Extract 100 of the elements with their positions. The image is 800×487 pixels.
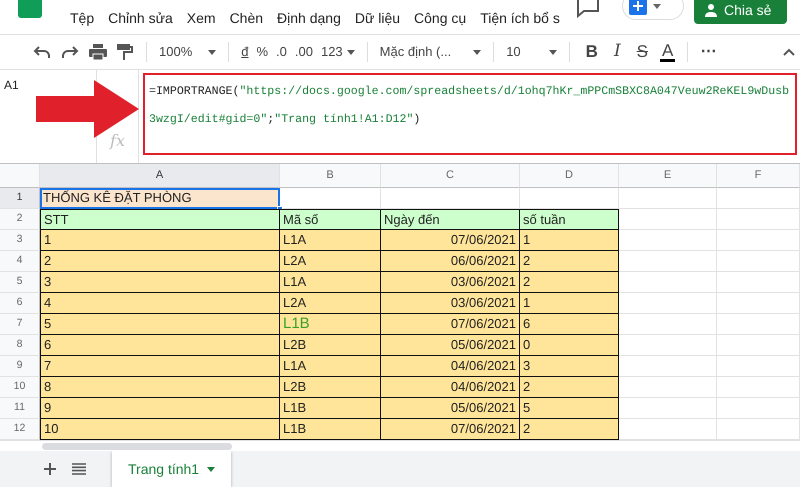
row-header[interactable]: 7 <box>0 314 40 335</box>
table-cell: 1 <box>520 293 619 314</box>
caret-icon <box>473 50 482 54</box>
row-header[interactable]: 12 <box>0 419 40 440</box>
row-header[interactable]: 11 <box>0 398 40 419</box>
caret-icon <box>653 4 661 8</box>
table-cell: 5 <box>520 398 619 419</box>
column-header[interactable]: E <box>619 164 717 188</box>
table-cell: 07/06/2021 <box>381 314 520 335</box>
table-cell: Mã số <box>280 209 381 230</box>
menu-item[interactable]: Định dạng <box>272 8 346 29</box>
number-format-dropdown[interactable]: 123 <box>316 42 359 62</box>
column-header[interactable]: D <box>520 164 619 188</box>
table-cell: L1A <box>280 272 381 293</box>
increase-decimal-button[interactable]: .00 <box>290 42 317 62</box>
column-header[interactable]: C <box>381 164 520 188</box>
column-header[interactable]: F <box>717 164 800 188</box>
print-icon[interactable] <box>89 44 107 60</box>
scrollbar-thumb[interactable] <box>42 443 232 450</box>
paint-format-icon[interactable] <box>117 44 133 60</box>
sheet-tab[interactable]: Trang tính1 <box>112 451 232 487</box>
undo-icon[interactable] <box>33 45 51 59</box>
table-cell[interactable]: THỐNG KÊ ĐẶT PHÒNG <box>40 188 280 209</box>
zoom-dropdown[interactable]: 100% <box>155 42 220 62</box>
table-cell: STT <box>40 209 280 230</box>
table-cell: 07/06/2021 <box>381 419 520 440</box>
add-sheet-icon[interactable] <box>44 463 56 475</box>
table-cell: 1 <box>520 230 619 251</box>
sheet-list-icon[interactable] <box>72 463 86 475</box>
table-cell: 6 <box>40 335 280 356</box>
table-cell: L1B <box>280 419 381 440</box>
table-cell: 2 <box>520 377 619 398</box>
table-cell: Ngày đến <box>381 209 520 230</box>
table-cell: 0 <box>520 335 619 356</box>
percent-button[interactable]: % <box>252 42 272 62</box>
table-cell: 2 <box>520 251 619 272</box>
menu-item[interactable]: Công cụ <box>409 8 472 29</box>
table-cell: 3 <box>520 356 619 377</box>
table-cell: 7 <box>40 356 280 377</box>
menu-item[interactable]: Chèn <box>224 8 268 29</box>
table-cell: 05/06/2021 <box>381 335 520 356</box>
column-header[interactable]: B <box>280 164 381 188</box>
menu-item[interactable]: Chỉnh sửa <box>103 8 178 29</box>
table-cell: 03/06/2021 <box>381 272 520 293</box>
font-size-dropdown[interactable]: 10 <box>502 42 561 62</box>
menu-item[interactable]: Dữ liệu <box>350 8 406 29</box>
table-cell: 07/06/2021 <box>381 230 520 251</box>
strikethrough-button[interactable]: S <box>628 39 656 65</box>
font-dropdown[interactable]: Mặc định (... <box>376 42 486 62</box>
caret-icon <box>346 50 355 54</box>
share-button[interactable]: Chia sẻ <box>694 0 788 24</box>
row-header[interactable]: 1 <box>0 188 40 209</box>
caret-icon <box>207 466 216 472</box>
menu-item[interactable]: Xem <box>182 8 221 29</box>
plus-icon <box>629 0 647 15</box>
fx-label: fx <box>110 130 125 152</box>
table-cell: L1A <box>280 230 381 251</box>
comment-icon[interactable] <box>576 0 600 18</box>
table-cell: 2 <box>520 272 619 293</box>
row-header[interactable]: 6 <box>0 293 40 314</box>
row-header[interactable]: 10 <box>0 377 40 398</box>
row-header[interactable]: 5 <box>0 272 40 293</box>
table-cell: 04/06/2021 <box>381 377 520 398</box>
table-cell: 8 <box>40 377 280 398</box>
column-header[interactable]: A <box>40 164 280 188</box>
currency-button[interactable]: đ <box>237 42 252 62</box>
decrease-decimal-button[interactable]: .0 <box>272 42 291 62</box>
table-cell: L2B <box>280 335 381 356</box>
row-header[interactable]: 4 <box>0 251 40 272</box>
table-cell: L2B <box>280 377 381 398</box>
collapse-icon[interactable] <box>783 48 795 56</box>
row-header[interactable]: 3 <box>0 230 40 251</box>
caret-icon <box>208 50 216 54</box>
table-cell: 05/06/2021 <box>381 398 520 419</box>
row-header[interactable]: 9 <box>0 356 40 377</box>
italic-button[interactable]: I <box>606 39 629 65</box>
table-cell: 2 <box>40 251 280 272</box>
more-button[interactable]: ⋯ <box>696 40 720 64</box>
corner-cell[interactable] <box>0 164 40 188</box>
formula-field[interactable]: =IMPORTRANGE("https://docs.google.com/spreadsheets/d/1ohq7hKr_mPPCmSBXC8A047Veuw2ReKEL9wDusb3wzgI/edit#gid=0";"Trang tính1!A1:D12") <box>143 73 797 155</box>
menu-item[interactable]: Tiện ích bổ s <box>475 8 565 29</box>
row-header[interactable]: 8 <box>0 335 40 356</box>
bold-button[interactable]: B <box>578 39 606 65</box>
table-cell: 3 <box>40 272 280 293</box>
row-header[interactable]: 2 <box>0 209 40 230</box>
cell-text: L1B <box>283 314 310 334</box>
redo-icon[interactable] <box>61 45 79 59</box>
table-cell: 9 <box>40 398 280 419</box>
text-color-button[interactable]: A <box>656 42 680 62</box>
table-cell: 03/06/2021 <box>381 293 520 314</box>
table-cell: 4 <box>40 293 280 314</box>
table-cell: số tuần <box>520 209 619 230</box>
table-cell: L2A <box>280 293 381 314</box>
add-button[interactable] <box>622 0 684 20</box>
person-icon <box>704 3 718 17</box>
table-cell: 6 <box>520 314 619 335</box>
table-cell: 04/06/2021 <box>381 356 520 377</box>
menu-item[interactable]: Tệp <box>65 8 100 29</box>
table-cell: L2A <box>280 251 381 272</box>
table-cell: 5 <box>40 314 280 335</box>
